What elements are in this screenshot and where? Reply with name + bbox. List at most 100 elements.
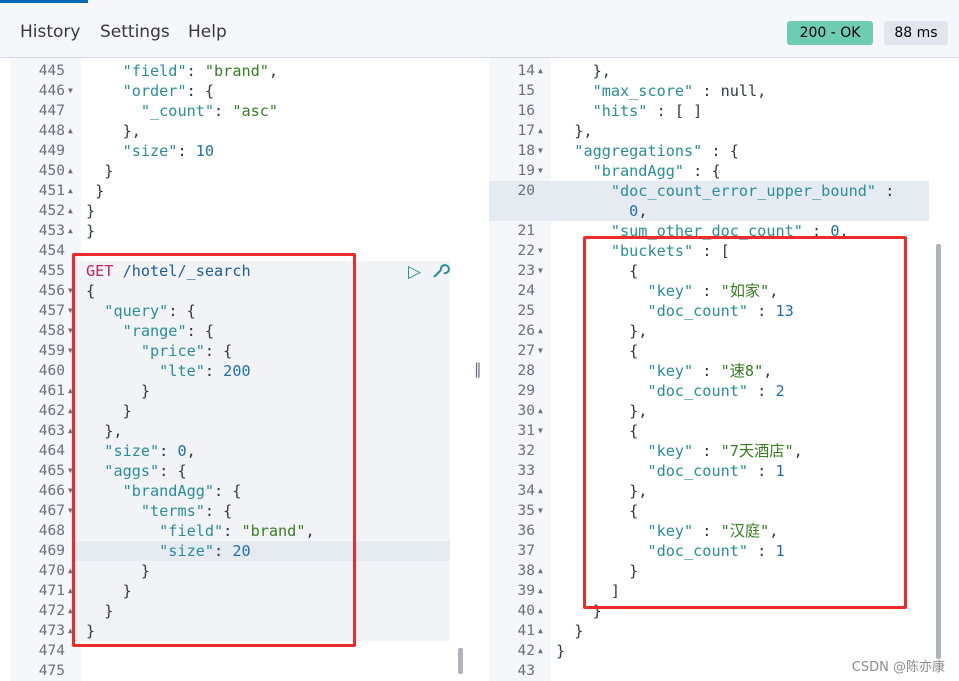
fold-collapse-icon[interactable]: ▲ (538, 561, 543, 581)
fold-expanded-icon[interactable]: ▼ (538, 241, 543, 261)
code-line: 18 ▼ "aggregations" : { (489, 141, 929, 161)
code-text: } (86, 201, 95, 221)
code-token: } (86, 182, 105, 200)
fold-expanded-icon[interactable]: ▼ (538, 161, 543, 181)
line-number: 30 (517, 403, 535, 419)
watermark: CSDN @陈亦康 (851, 660, 945, 675)
code-line: 19 ▼ "brandAgg" : { (489, 161, 929, 181)
code-line: 17 ▲ }, (489, 121, 929, 141)
fold-collapse-icon[interactable]: ▲ (538, 621, 543, 641)
fold-collapse-icon[interactable]: ▲ (68, 181, 73, 201)
line-number: 18 (517, 143, 535, 159)
code-text: } (556, 621, 583, 641)
line-number: 32 (517, 443, 535, 459)
code-line: 453 ▲} (10, 221, 450, 241)
code-token: "_count" (140, 102, 215, 120)
code-token: : { (684, 162, 721, 180)
fold-collapse-icon[interactable]: ▲ (68, 121, 73, 141)
line-number: 24 (517, 283, 535, 299)
code-line: 15 "max_score" : null, (489, 81, 929, 101)
fold-expanded-icon[interactable]: ▼ (538, 261, 543, 281)
fold-collapse-icon[interactable]: ▲ (538, 61, 543, 81)
code-token: "hits" (592, 102, 648, 120)
line-number: 42 (517, 643, 535, 659)
line-number: 453 (38, 223, 65, 239)
fold-collapse-icon[interactable]: ▲ (68, 201, 73, 221)
line-number: 445 (38, 63, 65, 79)
code-token: "asc" (232, 102, 279, 120)
response-scrollbar[interactable] (936, 244, 941, 659)
fold-expanded-icon[interactable]: ▼ (538, 421, 543, 441)
code-token: } (86, 222, 96, 240)
code-token: }, (556, 62, 611, 80)
code-token: : (214, 102, 233, 120)
line-number: 473 (38, 623, 65, 639)
line-number: 458 (38, 323, 65, 339)
line-number: 14 (517, 63, 535, 79)
fold-collapse-icon[interactable]: ▲ (68, 221, 73, 241)
fold-expanded-icon[interactable]: ▼ (68, 81, 73, 101)
code-text: } (556, 641, 565, 661)
fold-collapse-icon[interactable]: ▲ (538, 601, 543, 621)
code-token: , (638, 202, 648, 220)
line-number: 456 (38, 283, 65, 299)
code-token: : (876, 182, 895, 200)
fold-collapse-icon[interactable]: ▲ (538, 121, 543, 141)
line-number: 466 (38, 483, 65, 499)
code-token: }, (556, 122, 593, 140)
code-token: , (268, 62, 279, 80)
fold-expanded-icon[interactable]: ▼ (538, 501, 543, 521)
line-number: 461 (38, 383, 65, 399)
code-line: 450 ▲ } (10, 161, 450, 181)
code-text: "order": { (86, 81, 214, 101)
fold-collapse-icon[interactable]: ▲ (538, 581, 543, 601)
line-number: 464 (38, 443, 65, 459)
code-text: "aggregations" : { (556, 141, 739, 161)
fold-collapse-icon[interactable]: ▲ (538, 401, 543, 421)
code-text: }, (556, 61, 611, 81)
line-number: 471 (38, 583, 65, 599)
menu-help[interactable]: Help (188, 22, 227, 42)
line-number: 34 (517, 483, 535, 499)
code-token: } (86, 162, 114, 180)
code-text: "max_score" : null, (556, 81, 767, 101)
code-text: 0, (556, 201, 647, 221)
line-number: 447 (38, 103, 65, 119)
status-badge: 200 - OK (787, 21, 873, 45)
code-token: "field" (122, 62, 187, 80)
code-text: "doc_count_error_upper_bound" : (556, 181, 894, 201)
code-text: } (86, 161, 113, 181)
highlight-buckets (583, 236, 907, 609)
active-tab-indicator (0, 0, 88, 3)
fold-collapse-icon[interactable]: ▲ (538, 481, 543, 501)
line-number: 25 (517, 303, 535, 319)
fold-collapse-icon[interactable]: ▲ (538, 641, 543, 661)
code-token: } (556, 642, 566, 660)
line-number: 451 (38, 183, 65, 199)
line-number: 452 (38, 203, 65, 219)
code-line: 20 "doc_count_error_upper_bound" : (489, 181, 929, 201)
fold-collapse-icon[interactable]: ▲ (538, 321, 543, 341)
pane-resize-handle[interactable]: ‖ (474, 360, 482, 378)
line-number: 465 (38, 463, 65, 479)
line-number: 38 (517, 563, 535, 579)
wrench-icon[interactable] (430, 261, 450, 286)
line-number: 16 (517, 103, 535, 119)
request-scrollbar[interactable] (458, 648, 463, 674)
play-icon[interactable]: ▷ (408, 262, 421, 282)
fold-collapse-icon[interactable]: ▲ (68, 161, 73, 181)
menu-settings[interactable]: Settings (100, 22, 170, 42)
fold-expanded-icon[interactable]: ▼ (538, 341, 543, 361)
menu-history[interactable]: History (20, 22, 80, 42)
code-token: : null, (693, 82, 767, 100)
fold-expanded-icon[interactable]: ▼ (538, 141, 543, 161)
highlight-request (72, 253, 356, 647)
line-number: 472 (38, 603, 65, 619)
line-number: 35 (517, 503, 535, 519)
line-number: 39 (517, 583, 535, 599)
line-number: 22 (517, 243, 535, 259)
line-number: 460 (38, 363, 65, 379)
line-number: 27 (517, 343, 535, 359)
